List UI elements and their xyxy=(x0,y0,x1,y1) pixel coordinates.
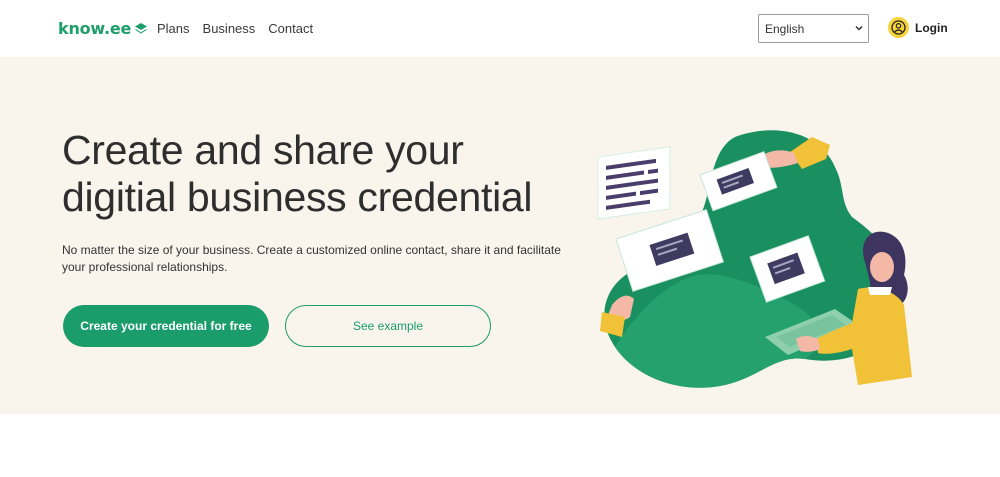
hero-title-line-1: Create and share your xyxy=(62,127,464,173)
user-icon xyxy=(888,17,909,38)
main-nav: Plans Business Contact xyxy=(157,21,313,36)
language-select[interactable]: English xyxy=(758,14,869,43)
language-selected-value: English xyxy=(765,21,805,36)
nav-business[interactable]: Business xyxy=(203,21,256,36)
site-header: know.ee Plans Business Contact English L… xyxy=(0,0,1000,57)
layers-icon xyxy=(135,22,148,33)
hero-subtitle: No matter the size of your business. Cre… xyxy=(62,243,561,274)
hero-title: Create and share your digitial business … xyxy=(62,127,582,221)
nav-contact[interactable]: Contact xyxy=(268,21,313,36)
logo-text: know.ee xyxy=(58,19,132,38)
logo[interactable]: know.ee xyxy=(58,19,148,38)
hero-title-line-2: digitial business credential xyxy=(62,174,533,220)
create-credential-button[interactable]: Create your credential for free xyxy=(63,305,269,347)
login-button[interactable]: Login xyxy=(888,17,948,38)
hero-section: Create and share your digitial business … xyxy=(0,57,1000,414)
nav-plans[interactable]: Plans xyxy=(157,21,190,36)
see-example-button[interactable]: See example xyxy=(285,305,491,347)
chevron-down-icon xyxy=(855,25,863,31)
login-label: Login xyxy=(915,20,948,35)
hero-illustration xyxy=(597,130,912,388)
